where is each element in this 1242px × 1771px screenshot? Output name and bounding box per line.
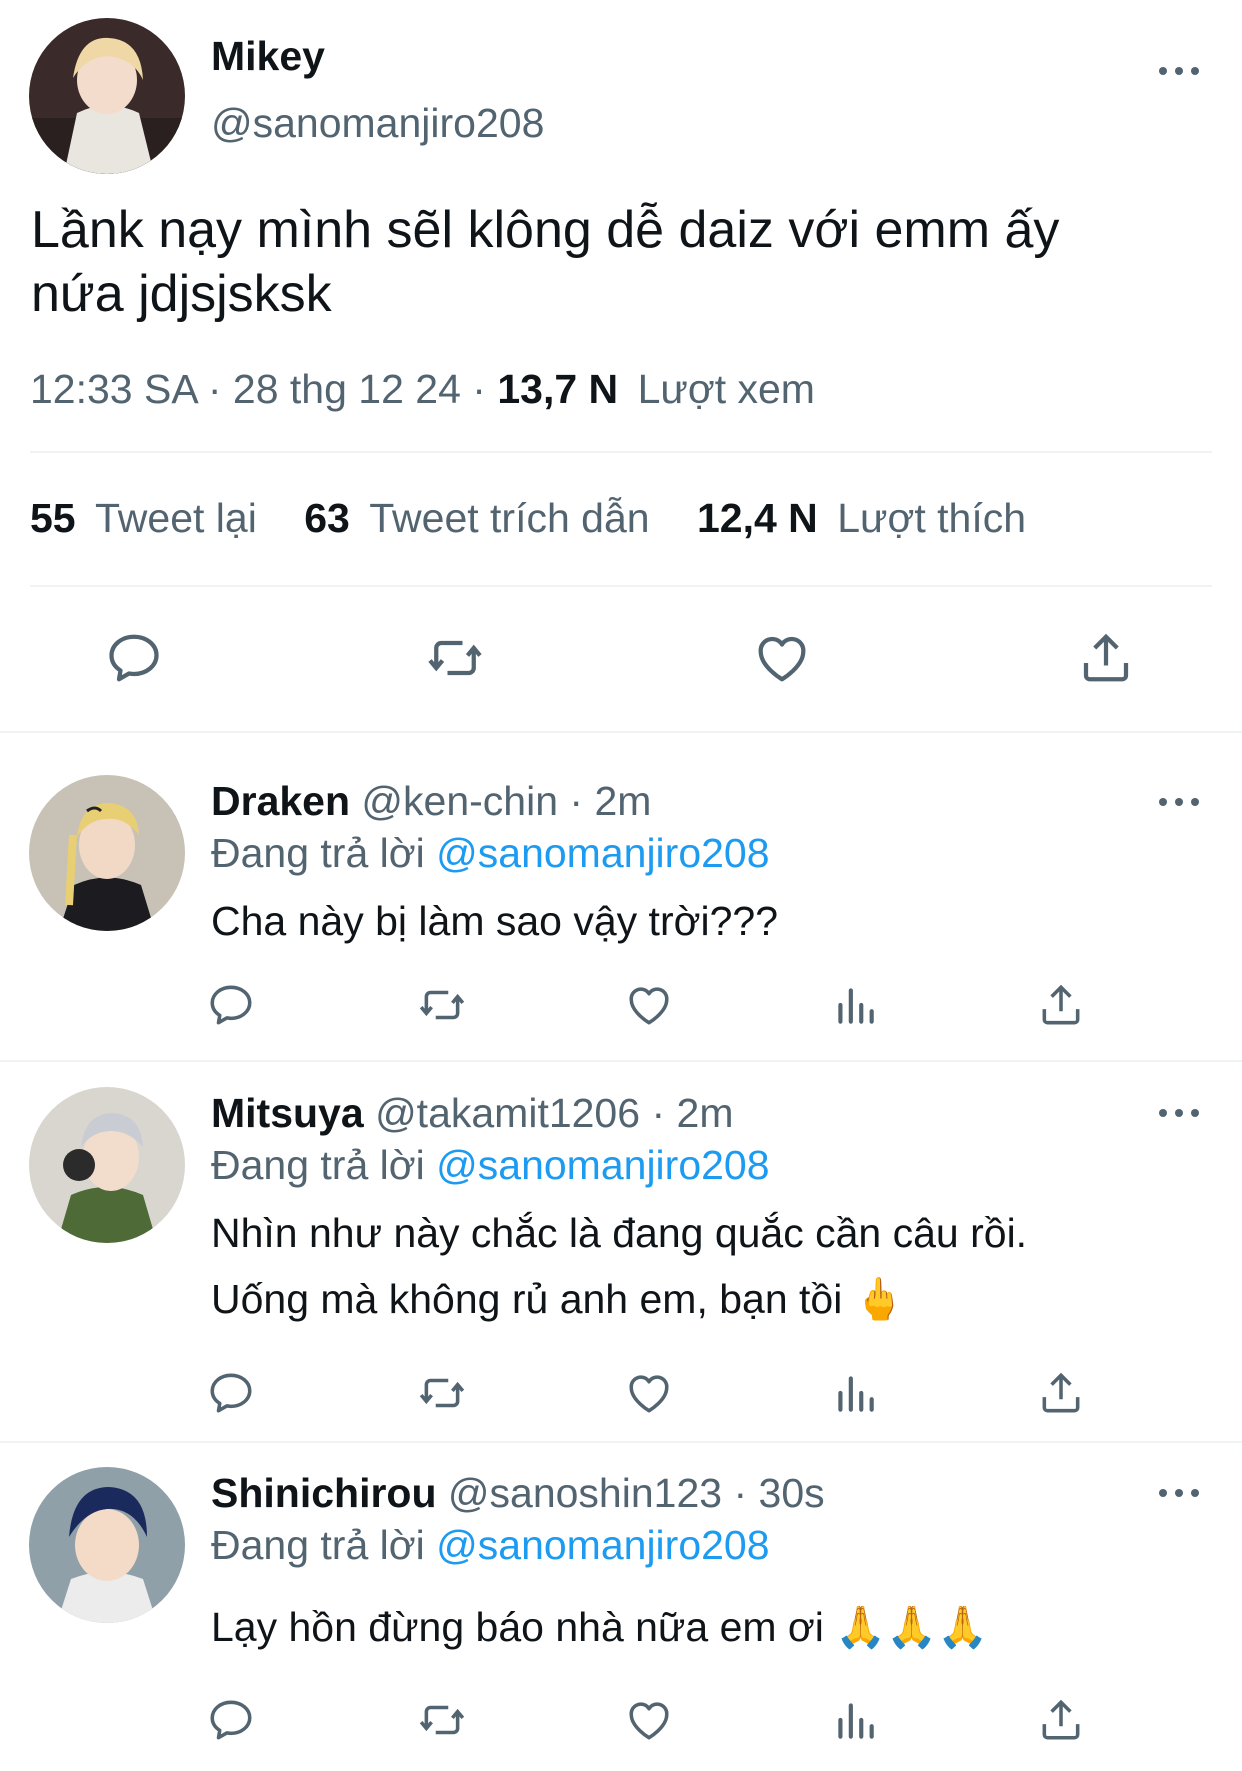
more-options-icon[interactable] — [1157, 1486, 1201, 1506]
views-icon[interactable] — [830, 1695, 880, 1745]
avatar-shinichirou[interactable] — [29, 1467, 185, 1623]
retweet-icon[interactable] — [417, 1368, 467, 1418]
tweet-time: 12:33 SA — [30, 366, 197, 412]
reply-header: Shinichirou @sanoshin123 · 30s — [211, 1470, 825, 1516]
reply-header: Mitsuya @takamit1206 · 2m — [211, 1090, 734, 1136]
avatar-mitsuya[interactable] — [29, 1087, 185, 1243]
reply-author-handle[interactable]: @sanoshin123 — [448, 1470, 722, 1516]
reply-author-name[interactable]: Mitsuya — [211, 1090, 364, 1136]
like-icon[interactable] — [624, 980, 674, 1030]
share-icon[interactable] — [1036, 980, 1086, 1030]
author-handle[interactable]: @sanomanjiro208 — [211, 100, 544, 147]
reply-text: Cha này bị làm sao vậy trời??? — [211, 898, 778, 944]
reply-header: Draken @ken-chin · 2m — [211, 778, 652, 824]
retweets-stat[interactable]: 55 Tweet lại — [30, 495, 268, 541]
replying-to-link[interactable]: @sanomanjiro208 — [436, 1522, 769, 1568]
share-icon[interactable] — [1076, 628, 1136, 688]
more-options-icon[interactable] — [1157, 64, 1201, 84]
views-icon[interactable] — [830, 1368, 880, 1418]
avatar-draken[interactable] — [29, 775, 185, 931]
avatar-mikey[interactable] — [29, 18, 185, 174]
retweet-icon[interactable] — [417, 980, 467, 1030]
reply-icon[interactable] — [206, 1368, 256, 1418]
views-icon[interactable] — [830, 980, 880, 1030]
more-options-icon[interactable] — [1157, 795, 1201, 815]
retweet-icon[interactable] — [425, 628, 485, 688]
tweet-meta: 12:33 SA · 28 thg 12 24 · 13,7 N Lượt xe… — [30, 366, 815, 412]
reply-author-name[interactable]: Draken — [211, 778, 350, 824]
views-label: Lượt xem — [637, 366, 815, 412]
more-options-icon[interactable] — [1157, 1106, 1201, 1126]
reply-icon[interactable] — [206, 980, 256, 1030]
reply-text-line2: Uống mà không rủ anh em, bạn tồi 🖕 — [211, 1276, 905, 1322]
share-icon[interactable] — [1036, 1368, 1086, 1418]
replying-to: Đang trả lời @sanomanjiro208 — [211, 1522, 770, 1568]
divider — [30, 451, 1212, 453]
reply-time[interactable]: 2m — [594, 778, 651, 824]
tweet-text-line2: nứa jdjsjsksk — [31, 265, 332, 323]
reply-author-handle[interactable]: @ken-chin — [361, 778, 558, 824]
reply-time[interactable]: 30s — [759, 1470, 825, 1516]
reply-text: Lạy hồn đừng báo nhà nữa em ơi 🙏🙏🙏 — [211, 1604, 989, 1650]
reply-time[interactable]: 2m — [677, 1090, 734, 1136]
replying-to: Đang trả lời @sanomanjiro208 — [211, 830, 770, 876]
engagement-stats: 55 Tweet lại 63 Tweet trích dẫn 12,4 N L… — [30, 495, 1026, 542]
replying-to: Đang trả lời @sanomanjiro208 — [211, 1142, 770, 1188]
reply-icon[interactable] — [206, 1695, 256, 1745]
like-icon[interactable] — [624, 1695, 674, 1745]
author-name[interactable]: Mikey — [211, 33, 325, 80]
retweet-icon[interactable] — [417, 1695, 467, 1745]
reply-author-handle[interactable]: @takamit1206 — [375, 1090, 640, 1136]
views-count: 13,7 N — [497, 366, 619, 412]
tweet-text-line1: Lầnk nạy mình sẽl klông dễ daiz với emm … — [31, 201, 1060, 259]
like-icon[interactable] — [624, 1368, 674, 1418]
like-icon[interactable] — [752, 628, 812, 688]
divider — [0, 1060, 1242, 1062]
reply-author-name[interactable]: Shinichirou — [211, 1470, 437, 1516]
tweet-date: 28 thg 12 24 — [232, 366, 461, 412]
replying-to-link[interactable]: @sanomanjiro208 — [436, 830, 769, 876]
divider — [0, 1441, 1242, 1443]
quotes-stat[interactable]: 63 Tweet trích dẫn — [304, 495, 661, 541]
likes-stat[interactable]: 12,4 N Lượt thích — [697, 495, 1026, 541]
reply-text-line1: Nhìn như này chắc là đang quắc cần câu r… — [211, 1210, 1028, 1256]
share-icon[interactable] — [1036, 1695, 1086, 1745]
divider — [30, 585, 1212, 587]
divider — [0, 731, 1242, 733]
replying-to-link[interactable]: @sanomanjiro208 — [436, 1142, 769, 1188]
reply-icon[interactable] — [104, 628, 164, 688]
